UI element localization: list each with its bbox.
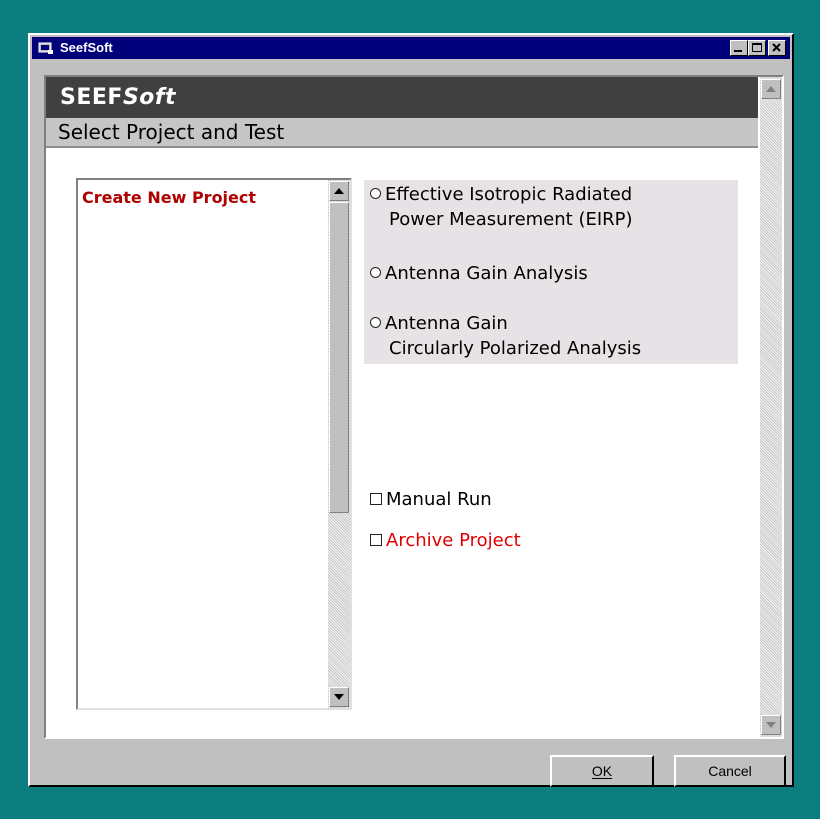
window-title: SeefSoft [60,40,113,55]
radio-antenna-gain[interactable]: Antenna Gain Analysis [370,261,588,286]
list-scrollbar[interactable] [328,180,350,708]
checkbox-archive-project[interactable]: Archive Project [370,530,521,551]
radio-button-icon[interactable] [370,317,381,328]
cancel-label: Cancel [708,763,752,779]
checkbox-icon[interactable] [370,534,382,546]
minimize-icon [734,50,742,52]
arrow-up-icon [334,188,344,194]
section-title: Select Project and Test [58,120,285,144]
content-panel: SEEFSoft Select Project and Test Create … [44,75,784,739]
radio-button-icon[interactable] [370,267,381,278]
arrow-down-icon [334,694,344,700]
checkbox-icon[interactable] [370,493,382,505]
list-scroll-down-button[interactable] [329,687,349,707]
radio-button-icon[interactable] [370,188,381,199]
arrow-down-icon [766,722,776,728]
archive-project-label: Archive Project [386,530,521,551]
main-scrollbar[interactable] [760,77,782,737]
close-icon [772,43,781,52]
list-scroll-up-button[interactable] [329,181,349,201]
main-scroll-up-button[interactable] [761,79,781,99]
list-scroll-thumb[interactable] [329,202,349,513]
radio-eirp-line2: Power Measurement (EIRP) [389,209,633,230]
radio-circular-line2: Circularly Polarized Analysis [389,338,642,359]
radio-antenna-gain-label: Antenna Gain Analysis [385,263,588,284]
title-bar[interactable]: SeefSoft [32,37,790,59]
close-button[interactable] [768,40,786,56]
main-scroll-down-button[interactable] [761,715,781,735]
checkbox-manual-run[interactable]: Manual Run [370,489,492,510]
radio-eirp[interactable]: Effective Isotropic Radiated Power Measu… [370,182,633,232]
brand-italic: Soft [122,85,176,110]
radio-circular-line1: Antenna Gain [385,313,508,334]
manual-run-label: Manual Run [386,489,492,510]
ok-button[interactable]: OK [550,755,654,787]
minimize-button[interactable] [730,40,748,56]
main-window: SeefSoft SEEFSoft Select Project and Tes… [28,33,794,787]
maximize-icon [752,43,762,52]
brand-bold: SEEF [60,85,123,110]
section-header: Select Project and Test [46,118,758,148]
radio-eirp-line1: Effective Isotropic Radiated [385,184,633,205]
radio-circular-polarized[interactable]: Antenna Gain Circularly Polarized Analys… [370,311,641,361]
test-options-group: Effective Isotropic Radiated Power Measu… [364,180,738,364]
arrow-up-icon [766,86,776,92]
project-listbox[interactable]: Create New Project [76,178,352,710]
ok-label: OK [591,763,613,779]
list-item-create-new-project[interactable]: Create New Project [82,188,256,207]
cancel-button[interactable]: Cancel [674,755,786,787]
maximize-button[interactable] [748,40,766,56]
brand-banner: SEEFSoft [46,77,758,118]
app-icon [38,42,53,54]
brand-title: SEEFSoft [60,85,176,110]
